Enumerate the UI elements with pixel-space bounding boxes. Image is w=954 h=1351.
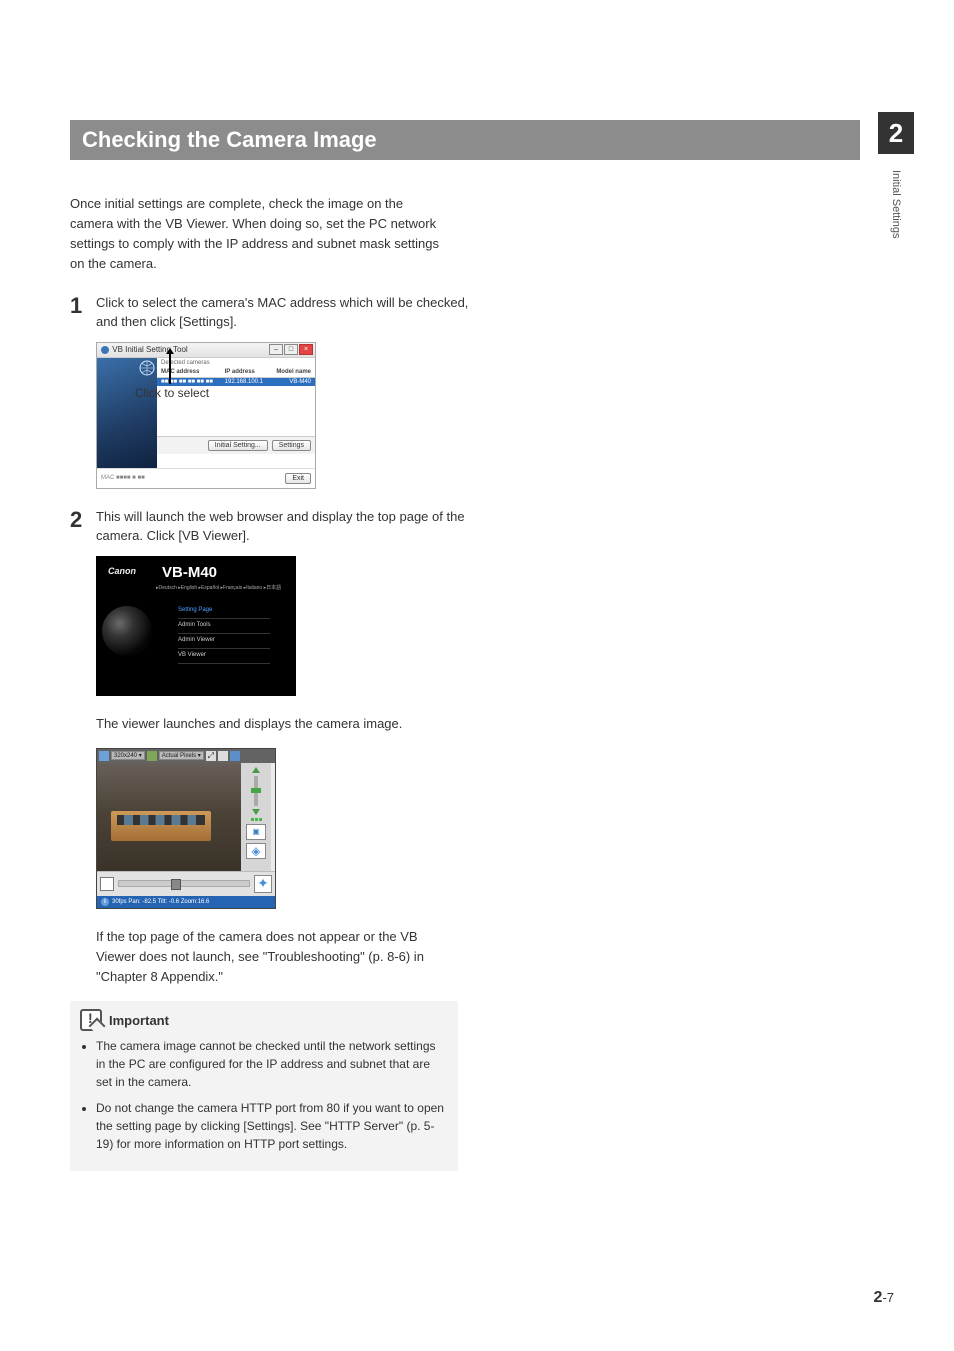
callout-click-to-select: Click to select [135,386,209,400]
menu-setting-page[interactable]: Setting Page [178,604,270,619]
viewer-toolbar: 320x240 ▾ Actual Pixels ▾ ⤢ [97,749,275,763]
camera-live-view[interactable] [97,763,241,871]
col-model: Model name [270,369,311,375]
step-2-number: 2 [70,507,96,531]
model-name: VB-M40 [162,564,217,581]
maximize-button[interactable]: □ [284,344,298,355]
menu-vb-viewer[interactable]: VB Viewer [178,649,270,664]
home-ptz-icon[interactable]: ✦ [254,875,272,893]
exit-button[interactable]: Exit [285,473,311,484]
figure-camera-top-page: Canon VB-M40 ▸Deutsch ▸English ▸Español … [96,556,894,696]
step-1-text: Click to select the camera's MAC address… [96,293,470,332]
intro-paragraph: Once initial settings are complete, chec… [70,194,450,275]
center-button[interactable]: ◈ [246,843,266,859]
snapshot-icon[interactable] [100,877,114,891]
footer-mac-label: MAC ■■■■ ■ ■■ [101,475,285,481]
menu-admin-tools[interactable]: Admin Tools [178,619,270,634]
viewer-bottom-bar: ✦ [97,871,275,896]
col-ip: IP address [225,369,270,375]
figure-initial-setting-tool: VB Initial Setting Tool – □ × Detected c… [96,342,894,489]
important-bullet-2: Do not change the camera HTTP port from … [96,1099,448,1153]
step-2: 2 This will launch the web browser and d… [70,507,470,546]
camera-list-header: Detected cameras [157,358,315,369]
globe-icon [139,360,155,376]
tool-icon[interactable] [218,751,228,761]
after-figure3-text: If the top page of the camera does not a… [96,927,456,987]
window-titlebar: VB Initial Setting Tool – □ × [97,343,315,358]
zoom-in-icon[interactable] [252,767,260,773]
figure-vb-viewer: 320x240 ▾ Actual Pixels ▾ ⤢ ▣ ◈ [96,748,894,909]
cell-ip: 192.168.100.1 [225,379,270,385]
menu-admin-viewer[interactable]: Admin Viewer [178,634,270,649]
camera-lens-graphic [102,606,152,656]
preset-button[interactable]: ▣ [246,824,266,840]
record-icon[interactable] [230,751,240,761]
step-1-number: 1 [70,293,96,317]
close-button[interactable]: × [299,344,313,355]
arrow-up-icon [169,354,171,384]
language-links[interactable]: ▸Deutsch ▸English ▸Español ▸Français ▸It… [156,584,281,591]
chapter-side-label: Initial Settings [890,170,902,238]
window-title: VB Initial Setting Tool [112,345,187,354]
viewer-status-bar: i 30fps Pan: -82.5 Tilt: -0.6 Zoom:16.6 [97,896,275,908]
brand-logo: Canon [108,566,136,576]
scale-select[interactable]: Actual Pixels ▾ [159,751,204,760]
cell-model: VB-M40 [270,379,311,385]
refresh-icon[interactable] [147,751,157,761]
app-sidebar-graphic [97,358,157,468]
status-text: 30fps Pan: -82.5 Tilt: -0.6 Zoom:16.6 [112,899,209,905]
info-icon: i [101,898,109,906]
connect-icon[interactable] [99,751,109,761]
zoom-slider[interactable] [254,776,258,806]
bus-graphic [111,811,211,841]
document-page: 2 Initial Settings Checking the Camera I… [0,0,954,1351]
important-icon [80,1009,102,1031]
fullscreen-icon[interactable]: ⤢ [206,751,216,761]
zoom-out-icon[interactable] [252,809,260,815]
settings-button[interactable]: Settings [272,440,311,451]
important-note-box: Important The camera image cannot be che… [70,1001,458,1171]
resolution-select[interactable]: 320x240 ▾ [111,751,145,760]
step-2-text: This will launch the web browser and dis… [96,507,470,546]
minimize-button[interactable]: – [269,344,283,355]
important-heading: Important [109,1013,169,1028]
table-header-row: MAC address IP address Model name [157,369,315,378]
page-title: Checking the Camera Image [70,120,860,160]
page-number: 2-7 [874,1289,894,1307]
level-indicator [251,818,262,821]
step-1: 1 Click to select the camera's MAC addre… [70,293,470,332]
chapter-tab: 2 [878,112,914,154]
pan-slider[interactable] [118,880,250,887]
viewer-side-controls: ▣ ◈ [241,763,271,871]
top-page-menu: Setting Page Admin Tools Admin Viewer VB… [178,604,270,664]
initial-setting-button[interactable]: Initial Setting... [208,440,268,451]
table-row-selected[interactable]: ■■ ■■ ■■ ■■ ■■ ■■ 192.168.100.1 VB-M40 [157,378,315,386]
after-step2-text: The viewer launches and displays the cam… [96,714,456,734]
important-bullet-1: The camera image cannot be checked until… [96,1037,448,1091]
